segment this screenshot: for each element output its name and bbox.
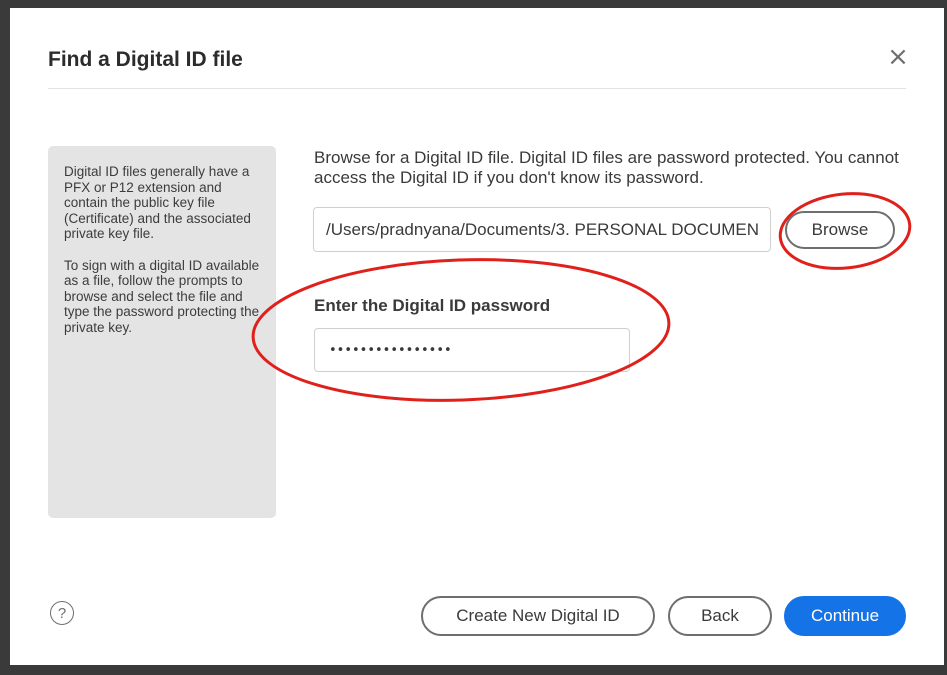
browse-button[interactable]: Browse (785, 211, 895, 249)
find-digital-id-dialog: Find a Digital ID file × Digital ID file… (10, 8, 944, 665)
create-new-digital-id-button[interactable]: Create New Digital ID (421, 596, 655, 636)
help-icon[interactable]: ? (50, 601, 74, 625)
back-button[interactable]: Back (668, 596, 772, 636)
password-label: Enter the Digital ID password (314, 296, 551, 315)
info-paragraph: Digital ID files generally have a PFX or… (64, 164, 251, 241)
password-field[interactable] (314, 328, 630, 372)
close-icon[interactable]: × (885, 44, 911, 70)
header-divider (48, 88, 906, 89)
file-path-field[interactable] (313, 207, 771, 252)
info-panel: Digital ID files generally have a PFX or… (48, 146, 276, 518)
info-paragraph: To sign with a digital ID available as a… (64, 257, 260, 335)
instructions-text: Browse for a Digital ID file. Digital ID… (314, 148, 899, 187)
dialog-title: Find a Digital ID file (48, 48, 243, 71)
continue-button[interactable]: Continue (784, 596, 906, 636)
